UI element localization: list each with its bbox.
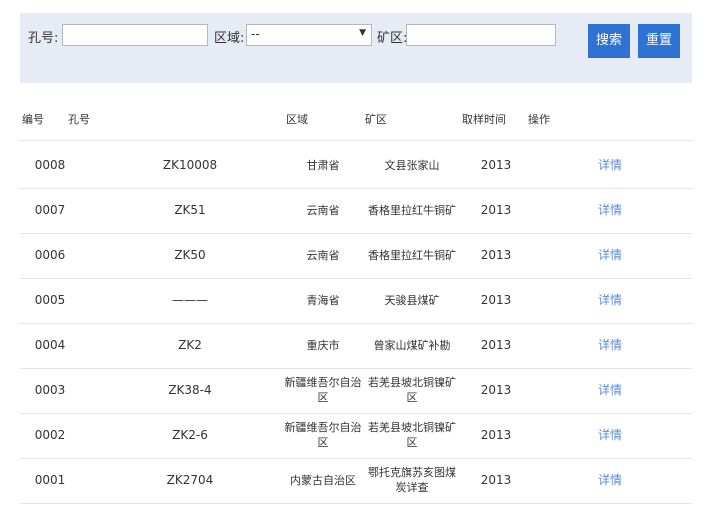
cell-hole: ZK2704 [166,472,214,487]
cell-sample-time: 2013 [480,247,512,262]
cell-mine: 鄂托克旗苏亥图煤炭详查 [368,466,456,494]
search-button[interactable]: 搜索 [588,24,630,58]
cell-sample-time: 2013 [480,337,512,352]
cell-id: 0003 [34,382,66,397]
reset-button[interactable]: 重置 [638,24,680,58]
table-row: 0007 ZK51 云南省 香格里拉红牛铜矿 2013 详情 [20,187,692,234]
cell-hole: ZK50 [174,247,206,262]
cell-sample-time: 2013 [480,157,512,172]
header-action: 操作 [528,113,550,126]
mine-label: 矿区: [377,31,408,46]
cell-mine: 文县张家山 [384,158,440,172]
table-row: 0001 ZK2704 内蒙古自治区 鄂托克旗苏亥图煤炭详查 2013 详情 [20,457,692,504]
table-row: 0005 ——— 青海省 天骏县煤矿 2013 详情 [20,277,692,324]
header-mine: 矿区 [365,113,387,126]
cell-hole: ZK2-6 [172,427,208,442]
cell-hole: ZK51 [174,202,206,217]
table-row: 0003 ZK38-4 新疆维吾尔自治区 若羌县坡北铜镍矿区 2013 详情 [20,367,692,414]
detail-link[interactable]: 详情 [590,232,630,278]
cell-region: 内蒙古自治区 [290,473,356,487]
cell-id: 0005 [34,292,66,307]
header-divider [20,140,692,141]
cell-sample-time: 2013 [480,472,512,487]
mine-input[interactable] [406,24,556,46]
header-sample-time: 取样时间 [462,113,506,126]
detail-link[interactable]: 详情 [590,457,630,503]
cell-hole: ZK2 [178,337,202,352]
cell-id: 0004 [34,337,66,352]
cell-mine: 若羌县坡北铜镍矿区 [368,376,456,404]
region-select[interactable]: -- ▼ [246,24,372,46]
hole-input[interactable] [62,24,208,46]
cell-region: 青海省 [306,293,340,307]
cell-id: 0001 [34,472,66,487]
cell-region: 重庆市 [306,338,340,352]
cell-sample-time: 2013 [480,292,512,307]
cell-hole: ZK38-4 [168,382,212,397]
detail-link[interactable]: 详情 [590,412,630,458]
cell-mine: 香格里拉红牛铜矿 [368,248,456,262]
detail-link[interactable]: 详情 [590,277,630,323]
cell-sample-time: 2013 [480,202,512,217]
header-region: 区域 [286,113,308,126]
cell-region: 云南省 [306,248,340,262]
cell-id: 0008 [34,157,66,172]
cell-id: 0002 [34,427,66,442]
table-row: 0004 ZK2 重庆市 曾家山煤矿补勘 2013 详情 [20,322,692,369]
cell-id: 0007 [34,202,66,217]
cell-id: 0006 [34,247,66,262]
detail-link[interactable]: 详情 [590,367,630,413]
cell-region: 甘肃省 [306,158,340,172]
cell-region: 云南省 [306,203,340,217]
detail-link[interactable]: 详情 [590,187,630,233]
cell-sample-time: 2013 [480,427,512,442]
cell-mine: 若羌县坡北铜镍矿区 [368,421,456,449]
detail-link[interactable]: 详情 [590,142,630,188]
table-row: 0002 ZK2-6 新疆维吾尔自治区 若羌县坡北铜镍矿区 2013 详情 [20,412,692,459]
table-row: 0008 ZK10008 甘肃省 文县张家山 2013 详情 [20,142,692,189]
cell-mine: 天骏县煤矿 [384,293,440,307]
table-row: 0006 ZK50 云南省 香格里拉红牛铜矿 2013 详情 [20,232,692,279]
header-hole: 孔号 [68,113,90,126]
cell-region: 新疆维吾尔自治区 [284,421,362,449]
cell-region: 新疆维吾尔自治区 [284,376,362,404]
detail-link[interactable]: 详情 [590,322,630,368]
region-label: 区域: [214,31,245,46]
cell-sample-time: 2013 [480,382,512,397]
chevron-down-icon: ▼ [359,28,366,38]
cell-hole: ZK10008 [162,157,218,172]
cell-mine: 曾家山煤矿补勘 [373,338,451,352]
region-selected-value: -- [251,27,260,41]
hole-label: 孔号: [28,31,59,46]
cell-mine: 香格里拉红牛铜矿 [368,203,456,217]
header-id: 编号 [22,113,44,126]
cell-hole: ——— [172,292,208,307]
